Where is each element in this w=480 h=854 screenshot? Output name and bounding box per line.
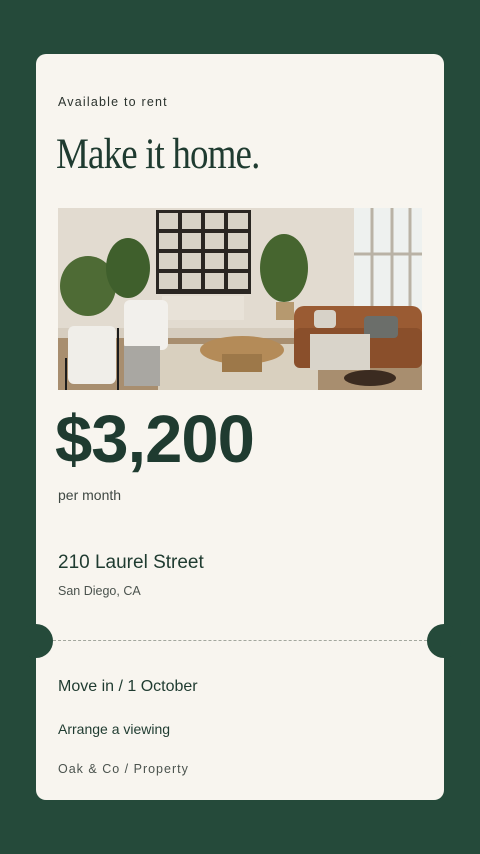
ticket-perforation <box>53 640 427 641</box>
price-period: per month <box>58 487 122 503</box>
street-address: 210 Laurel Street <box>58 552 204 573</box>
move-in-date: Move in / 1 October <box>58 678 198 695</box>
ticket-notch-left <box>19 624 53 658</box>
city-state: San Diego, CA <box>58 584 141 598</box>
headline: Make it home. <box>56 131 260 178</box>
agency-brand: Oak & Co / Property <box>58 762 189 776</box>
availability-label: Available to rent <box>58 95 168 109</box>
listing-card: Available to rent Make it home. $3,200 p… <box>19 54 461 800</box>
rent-price: $3,200 <box>55 402 255 477</box>
ticket-notch-right <box>427 624 461 658</box>
arrange-viewing-link[interactable]: Arrange a viewing <box>58 721 170 737</box>
living-room-photo <box>58 208 422 390</box>
